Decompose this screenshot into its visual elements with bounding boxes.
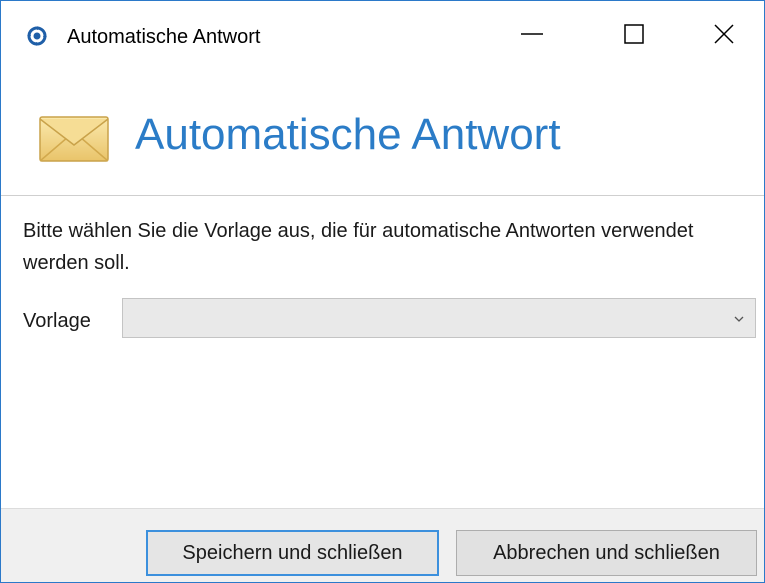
close-button[interactable] bbox=[676, 1, 764, 71]
dialog-header: Automatische Antwort bbox=[1, 71, 764, 196]
window-title: Automatische Antwort bbox=[67, 26, 261, 48]
instruction-text: Bitte wählen Sie die Vorlage aus, die fü… bbox=[23, 220, 694, 274]
maximize-icon bbox=[623, 23, 645, 50]
dialog-window: Automatische Antwort Automatische Antwor… bbox=[0, 0, 765, 583]
envelope-icon bbox=[38, 107, 110, 165]
app-icon bbox=[26, 25, 48, 47]
save-and-close-button[interactable]: Speichern und schließen bbox=[146, 530, 439, 576]
vorlage-dropdown[interactable] bbox=[122, 298, 756, 338]
cancel-and-close-button[interactable]: Abbrechen und schließen bbox=[456, 530, 757, 576]
title-bar[interactable]: Automatische Antwort bbox=[1, 1, 764, 71]
minimize-icon bbox=[520, 22, 544, 51]
close-icon bbox=[713, 23, 735, 50]
minimize-button[interactable] bbox=[484, 1, 580, 71]
dialog-footer: Speichern und schließen Abbrechen und sc… bbox=[1, 508, 764, 582]
vorlage-label: Vorlage bbox=[23, 310, 91, 332]
maximize-button[interactable] bbox=[586, 1, 682, 71]
page-title: Automatische Antwort bbox=[135, 110, 561, 159]
chevron-down-icon bbox=[733, 312, 745, 324]
